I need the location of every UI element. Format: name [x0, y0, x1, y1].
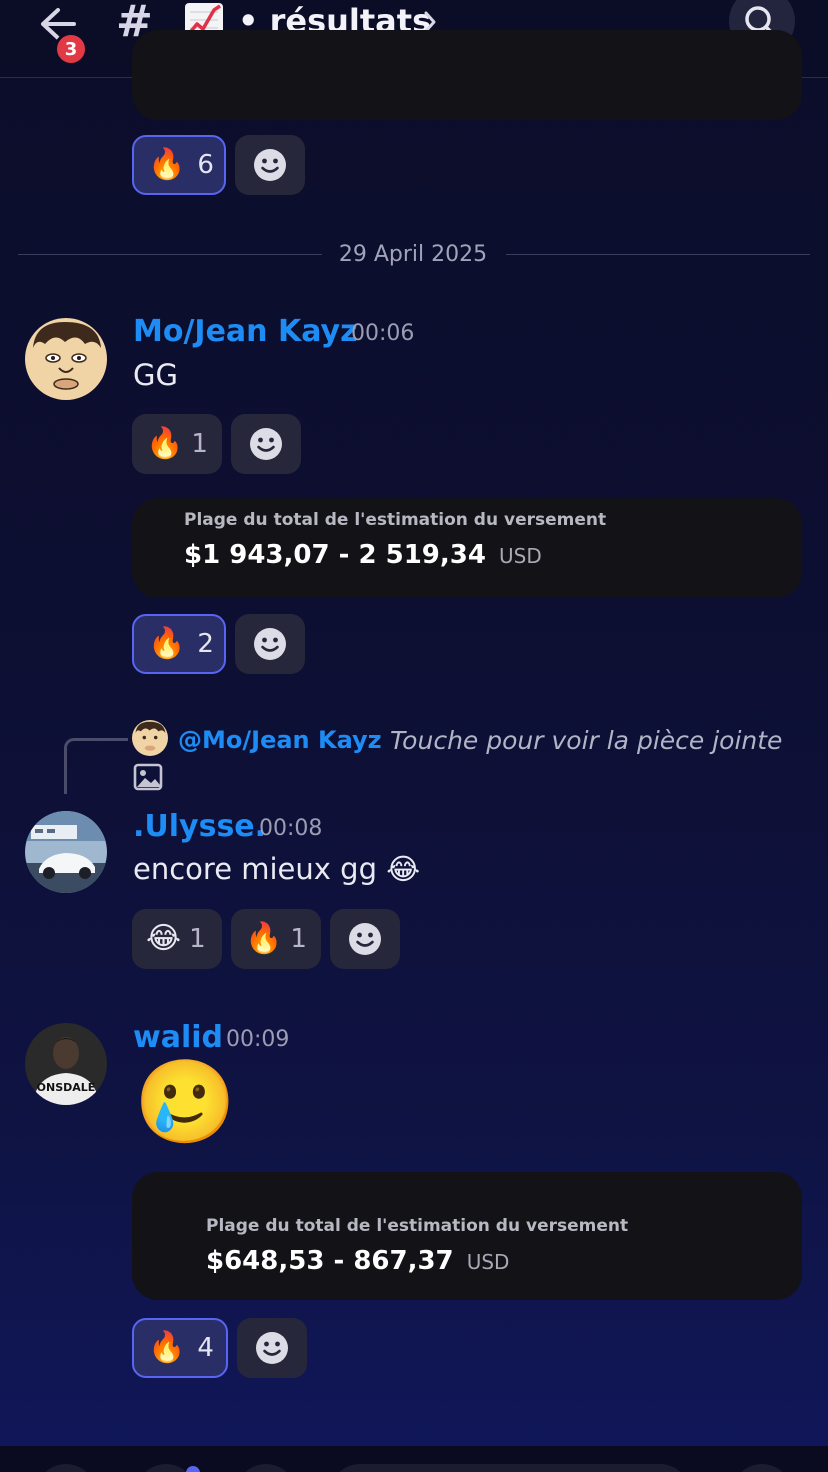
- fire-emoji: 🔥: [148, 1330, 186, 1365]
- payout-range: $648,53 - 867,37: [206, 1246, 454, 1276]
- message-text: encore mieux gg 😂: [133, 852, 421, 886]
- date-divider-line-right: [506, 254, 810, 255]
- embed-title: Plage du total de l'estimation du versem…: [206, 1216, 629, 1236]
- message-emoji: 🥲: [134, 1055, 237, 1150]
- plus-button[interactable]: [36, 1464, 96, 1472]
- date-divider: 29 April 2025: [338, 242, 488, 267]
- fire-emoji: 🔥: [148, 626, 186, 661]
- previous-embed[interactable]: [132, 30, 802, 120]
- reaction-count: 1: [191, 429, 208, 459]
- message-text: GG: [133, 358, 178, 392]
- add-reaction-icon: [349, 923, 381, 955]
- message-author[interactable]: walid: [133, 1020, 223, 1055]
- reaction-count: 6: [197, 150, 214, 180]
- avatar[interactable]: ONSDALE: [25, 1023, 107, 1105]
- message-author[interactable]: Mo/Jean Kayz: [133, 314, 358, 349]
- date-divider-line-left: [18, 254, 322, 255]
- avatar[interactable]: [25, 811, 107, 893]
- avatar[interactable]: [25, 318, 107, 400]
- reaction-fire[interactable]: 🔥 1: [132, 414, 222, 474]
- reply-author[interactable]: @Mo/Jean Kayz: [178, 726, 382, 754]
- fire-emoji: 🔥: [148, 147, 186, 182]
- composer-bar: [0, 1446, 828, 1472]
- joy-emoji: 😂: [146, 921, 182, 956]
- back-button[interactable]: 3: [36, 4, 88, 66]
- message-timestamp: 00:06: [351, 321, 415, 346]
- add-reaction-icon: [250, 428, 282, 460]
- reaction-fire[interactable]: 🔥 1: [231, 909, 321, 969]
- reply-preview[interactable]: Touche pour voir la pièce jointe: [390, 726, 782, 755]
- add-reaction-button[interactable]: [237, 1318, 307, 1378]
- message-timestamp: 00:08: [259, 816, 323, 841]
- reaction-count: 4: [197, 1333, 214, 1363]
- add-reaction-icon: [254, 149, 286, 181]
- reaction-count: 1: [189, 924, 206, 954]
- svg-text:ONSDALE: ONSDALE: [37, 1081, 96, 1094]
- message-timestamp: 00:09: [226, 1027, 290, 1052]
- reaction-count: 2: [197, 629, 214, 659]
- gift-button[interactable]: [236, 1464, 296, 1472]
- reaction-fire[interactable]: 🔥 2: [132, 614, 226, 674]
- add-reaction-icon: [256, 1332, 288, 1364]
- reaction-joy[interactable]: 😂 1: [132, 909, 222, 969]
- mic-button[interactable]: [732, 1464, 792, 1472]
- fire-emoji: 🔥: [245, 921, 283, 956]
- currency-label: USD: [499, 544, 542, 568]
- image-icon: [133, 763, 163, 791]
- payout-embed[interactable]: Plage du total de l'estimation du versem…: [132, 1172, 802, 1300]
- payout-range: $1 943,07 - 2 519,34: [184, 540, 486, 570]
- add-reaction-button[interactable]: [235, 614, 305, 674]
- reaction-fire[interactable]: 🔥 4: [132, 1318, 228, 1378]
- message-input[interactable]: [330, 1464, 690, 1472]
- reaction-fire[interactable]: 🔥 6: [132, 135, 226, 195]
- embed-title: Plage du total de l'estimation du versem…: [184, 510, 607, 530]
- unread-badge: 3: [54, 32, 88, 66]
- add-reaction-icon: [254, 628, 286, 660]
- add-reaction-button[interactable]: [330, 909, 400, 969]
- add-reaction-button[interactable]: [235, 135, 305, 195]
- payout-embed[interactable]: Plage du total de l'estimation du versem…: [132, 498, 802, 598]
- reply-connector: [64, 738, 128, 794]
- currency-label: USD: [466, 1250, 510, 1274]
- embed-value: $648,53 - 867,37 USD: [206, 1246, 509, 1276]
- reply-avatar: [132, 720, 168, 756]
- reaction-count: 1: [290, 924, 307, 954]
- fire-emoji: 🔥: [146, 426, 184, 461]
- add-reaction-button[interactable]: [231, 414, 301, 474]
- notification-dot: [186, 1466, 200, 1472]
- message-author[interactable]: .Ulysse.: [133, 809, 266, 844]
- embed-value: $1 943,07 - 2 519,34 USD: [184, 540, 542, 570]
